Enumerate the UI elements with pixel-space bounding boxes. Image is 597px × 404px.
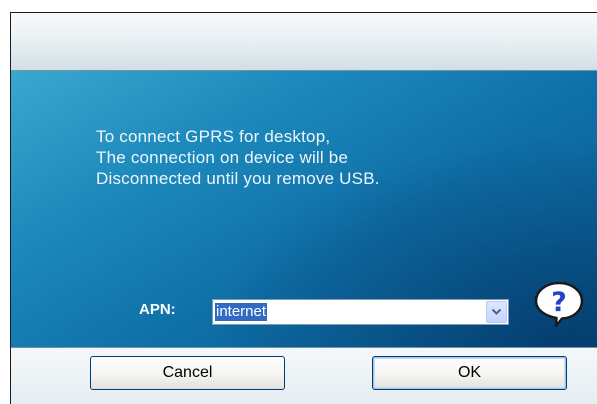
connection-message: To connect GPRS for desktop, The connect… <box>96 126 380 189</box>
dropdown-arrow-button[interactable] <box>486 301 507 323</box>
dialog-content: To connect GPRS for desktop, The connect… <box>11 71 597 347</box>
help-question-icon[interactable]: ? <box>532 280 586 328</box>
cancel-button[interactable]: Cancel <box>90 356 285 390</box>
apn-dropdown[interactable]: internet <box>212 299 509 325</box>
message-line-3: Disconnected until you remove USB. <box>96 169 380 188</box>
apn-label: APN: <box>139 301 176 318</box>
ok-button[interactable]: OK <box>372 356 567 390</box>
gprs-dialog: To connect GPRS for desktop, The connect… <box>10 12 597 404</box>
message-line-2: The connection on device will be <box>96 148 349 167</box>
dialog-footer: Cancel OK <box>11 347 597 404</box>
apn-selected-value[interactable]: internet <box>215 303 268 321</box>
message-line-1: To connect GPRS for desktop, <box>96 127 331 146</box>
svg-text:?: ? <box>551 287 567 318</box>
chevron-down-icon <box>491 308 502 315</box>
title-bar <box>11 13 597 71</box>
